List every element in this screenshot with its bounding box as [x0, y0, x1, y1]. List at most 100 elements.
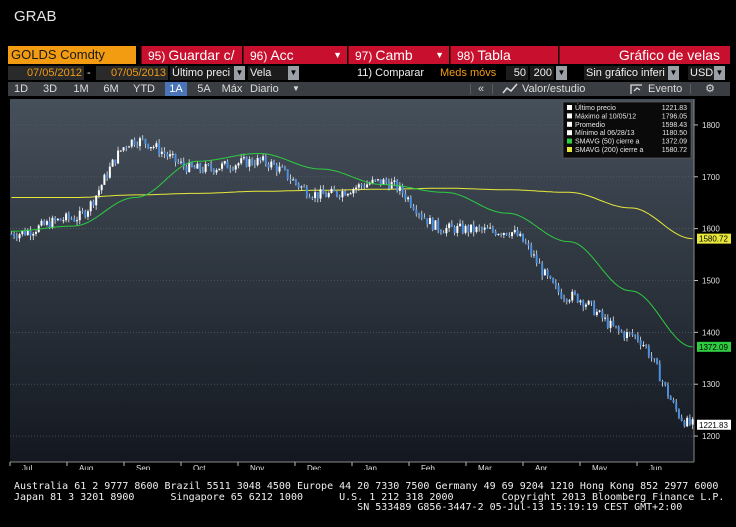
candle-body	[177, 161, 180, 163]
legend-swatch	[567, 138, 572, 144]
candle-body	[382, 179, 385, 185]
candle-body	[163, 151, 166, 155]
candle-body	[275, 164, 278, 172]
candle-body	[281, 166, 284, 168]
candle-body	[541, 263, 544, 276]
candle-body	[333, 188, 336, 192]
candle-body	[237, 163, 240, 166]
last-value-label: 1372.09	[699, 343, 728, 352]
chart-legend: Último precio 1221.83 Máximo al 10/05/12 17…	[562, 101, 692, 159]
candle-body	[563, 298, 566, 300]
candle-body	[251, 159, 254, 165]
candle-body	[199, 163, 202, 171]
candle-body	[78, 210, 81, 221]
x-tick-label: Jun	[649, 464, 662, 470]
candle-body	[631, 332, 634, 336]
candle-body	[571, 291, 574, 301]
candle-body	[147, 143, 150, 149]
y-tick-label: 1300	[702, 380, 720, 389]
candle-body	[513, 229, 516, 233]
candle-body	[136, 144, 139, 147]
candle-body	[636, 335, 639, 341]
candle-body	[311, 197, 314, 199]
candle-body	[505, 233, 508, 235]
candle-body	[338, 195, 341, 198]
candle-body	[270, 161, 273, 168]
candle-body	[322, 189, 325, 195]
candle-body	[475, 227, 478, 232]
candle-body	[480, 227, 483, 230]
candle-body	[346, 193, 349, 196]
candle-body	[418, 213, 421, 215]
candle-body	[686, 417, 689, 427]
x-tick-label: Jul	[22, 464, 32, 470]
candle-body	[130, 139, 133, 147]
candle-body	[647, 346, 650, 357]
legend-label: SMAVG (200) cierre a	[575, 147, 643, 154]
candle-body	[688, 417, 691, 425]
candle-body	[653, 358, 656, 360]
candle-body	[584, 304, 587, 307]
candle-body	[669, 396, 672, 400]
candle-body	[437, 220, 440, 231]
candle-body	[439, 230, 442, 233]
candle-body	[598, 310, 601, 312]
candle-body	[491, 227, 494, 232]
candle-body	[103, 174, 106, 185]
candle-body	[379, 179, 382, 185]
candle-body	[409, 197, 412, 207]
candle-body	[292, 179, 295, 181]
legend-label: Promedio	[575, 122, 605, 129]
candle-body	[546, 269, 549, 276]
candle-body	[210, 164, 213, 170]
candle-body	[100, 184, 103, 191]
candle-body	[393, 180, 396, 182]
candle-body	[385, 179, 388, 183]
candle-body	[554, 282, 557, 286]
candle-body	[223, 161, 226, 164]
legend-value: 1598.43	[662, 122, 687, 129]
candle-body	[231, 168, 234, 170]
legend-label: Mínimo al 06/28/13	[575, 130, 635, 137]
candle-body	[366, 184, 369, 188]
candle-body	[428, 218, 431, 225]
candle-body	[532, 254, 535, 256]
candle-body	[524, 241, 527, 244]
candle-body	[141, 138, 144, 140]
candle-body	[620, 330, 623, 333]
candle-body	[278, 166, 281, 172]
candle-body	[253, 164, 256, 166]
candle-body	[119, 150, 122, 152]
candle-body	[294, 179, 297, 184]
candle-body	[226, 161, 229, 169]
legend-value: 1180.50	[662, 130, 687, 137]
candle-body	[568, 300, 571, 302]
candle-body	[29, 230, 32, 236]
candle-body	[155, 143, 158, 147]
candle-body	[95, 195, 98, 206]
candle-body	[286, 169, 289, 179]
candle-body	[355, 187, 358, 190]
candle-body	[426, 218, 429, 225]
candle-body	[308, 196, 311, 198]
candle-body	[470, 224, 473, 233]
y-tick-label: 1500	[702, 277, 720, 286]
candle-body	[138, 138, 141, 147]
candle-body	[190, 162, 193, 167]
candle-body	[34, 232, 37, 234]
candle-body	[642, 345, 645, 347]
candle-body	[45, 221, 48, 225]
candle-body	[579, 300, 582, 303]
candle-body	[352, 189, 355, 194]
candle-body	[604, 317, 607, 319]
candle-body	[316, 192, 319, 199]
legend-swatch	[567, 113, 572, 119]
candle-body	[453, 226, 456, 234]
legend-label: Máximo al 10/05/12	[575, 113, 636, 120]
candle-body	[180, 161, 182, 163]
candle-body	[349, 193, 352, 195]
last-value-label: 1580.72	[699, 235, 728, 244]
legend-swatch	[567, 130, 572, 136]
candle-body	[54, 217, 57, 221]
candle-body	[207, 164, 210, 166]
